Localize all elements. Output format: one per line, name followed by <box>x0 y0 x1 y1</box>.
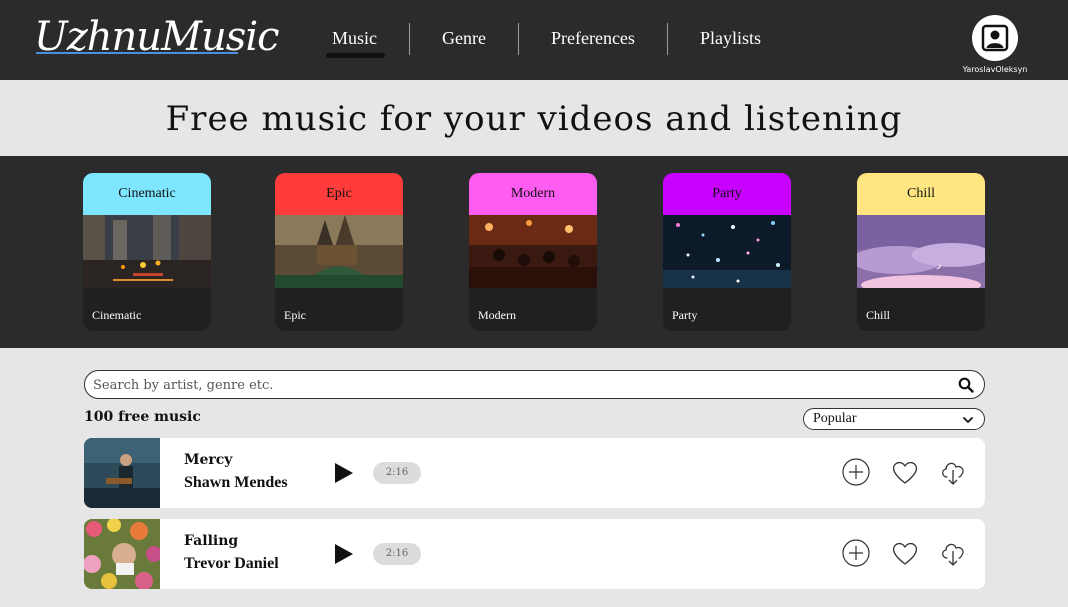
search-input[interactable] <box>93 375 933 395</box>
cloud-download-icon[interactable] <box>938 538 968 568</box>
album-cover <box>84 438 160 508</box>
avatar-button[interactable] <box>972 15 1018 61</box>
genre-image-epic <box>275 215 403 288</box>
genre-image-cinematic <box>83 215 211 288</box>
genre-card-title: Modern <box>469 173 597 215</box>
search-icon[interactable] <box>958 377 974 393</box>
track-duration: 2:16 <box>373 462 421 484</box>
plus-circle-icon[interactable] <box>841 457 871 487</box>
main-nav: Music Genre Preferences Playlists <box>300 22 793 58</box>
genre-card-cinematic[interactable]: Cinematic Cinematic <box>83 173 211 331</box>
genre-card-label: Epic <box>284 308 306 322</box>
genre-strip: Cinematic Cinematic Epic Epic Modern Mod… <box>0 156 1068 348</box>
sort-select[interactable]: Popular <box>803 408 985 430</box>
genre-card-chill[interactable]: Chill Chill <box>857 173 985 331</box>
track-artist[interactable]: Trevor Daniel <box>184 555 279 573</box>
genre-card-party[interactable]: Party Party <box>663 173 791 331</box>
sort-selected-value: Popular <box>813 411 857 426</box>
track-title[interactable]: Falling <box>184 533 238 549</box>
username: YaroslavOleksyn <box>962 65 1028 74</box>
genre-card-title: Cinematic <box>83 173 211 215</box>
genre-image-chill <box>857 215 985 295</box>
nav-item-music[interactable]: Music <box>300 22 409 58</box>
genre-card-label: Chill <box>866 308 891 322</box>
play-icon[interactable] <box>333 461 355 485</box>
play-icon[interactable] <box>333 542 355 566</box>
track-row: Mercy Shawn Mendes 2:16 <box>84 438 985 508</box>
track-artist[interactable]: Shawn Mendes <box>184 474 288 492</box>
genre-card-label: Party <box>672 308 698 322</box>
nav-item-playlists[interactable]: Playlists <box>668 22 793 56</box>
genre-card-title: Epic <box>275 173 403 215</box>
nav-item-preferences[interactable]: Preferences <box>519 22 667 56</box>
logo-underline <box>36 52 238 54</box>
genre-image-modern <box>469 215 597 288</box>
track-title[interactable]: Mercy <box>184 452 232 468</box>
genre-card-epic[interactable]: Epic Epic <box>275 173 403 331</box>
genre-card-title: Party <box>663 173 791 215</box>
chevron-down-icon <box>963 417 973 423</box>
album-cover <box>84 519 160 589</box>
genre-card-label: Modern <box>478 308 516 322</box>
genre-card-label: Cinematic <box>92 308 142 322</box>
genre-image-party <box>663 215 791 288</box>
genre-card-modern[interactable]: Modern Modern <box>469 173 597 331</box>
nav-item-genre[interactable]: Genre <box>410 22 518 56</box>
top-bar: UzhnuMusic Music Genre Preferences Playl… <box>0 0 1068 80</box>
track-row: Falling Trevor Daniel 2:16 <box>84 519 985 589</box>
heart-icon[interactable] <box>890 538 920 568</box>
hero-title: Free music for your videos and listening <box>165 99 903 139</box>
genre-card-title: Chill <box>857 173 985 215</box>
track-duration: 2:16 <box>373 543 421 565</box>
user-icon <box>981 24 1009 52</box>
music-count: 100 free music <box>84 409 201 425</box>
search-bar <box>84 370 985 399</box>
cloud-download-icon[interactable] <box>938 457 968 487</box>
hero-banner: Free music for your videos and listening <box>0 82 1068 156</box>
heart-icon[interactable] <box>890 457 920 487</box>
plus-circle-icon[interactable] <box>841 538 871 568</box>
